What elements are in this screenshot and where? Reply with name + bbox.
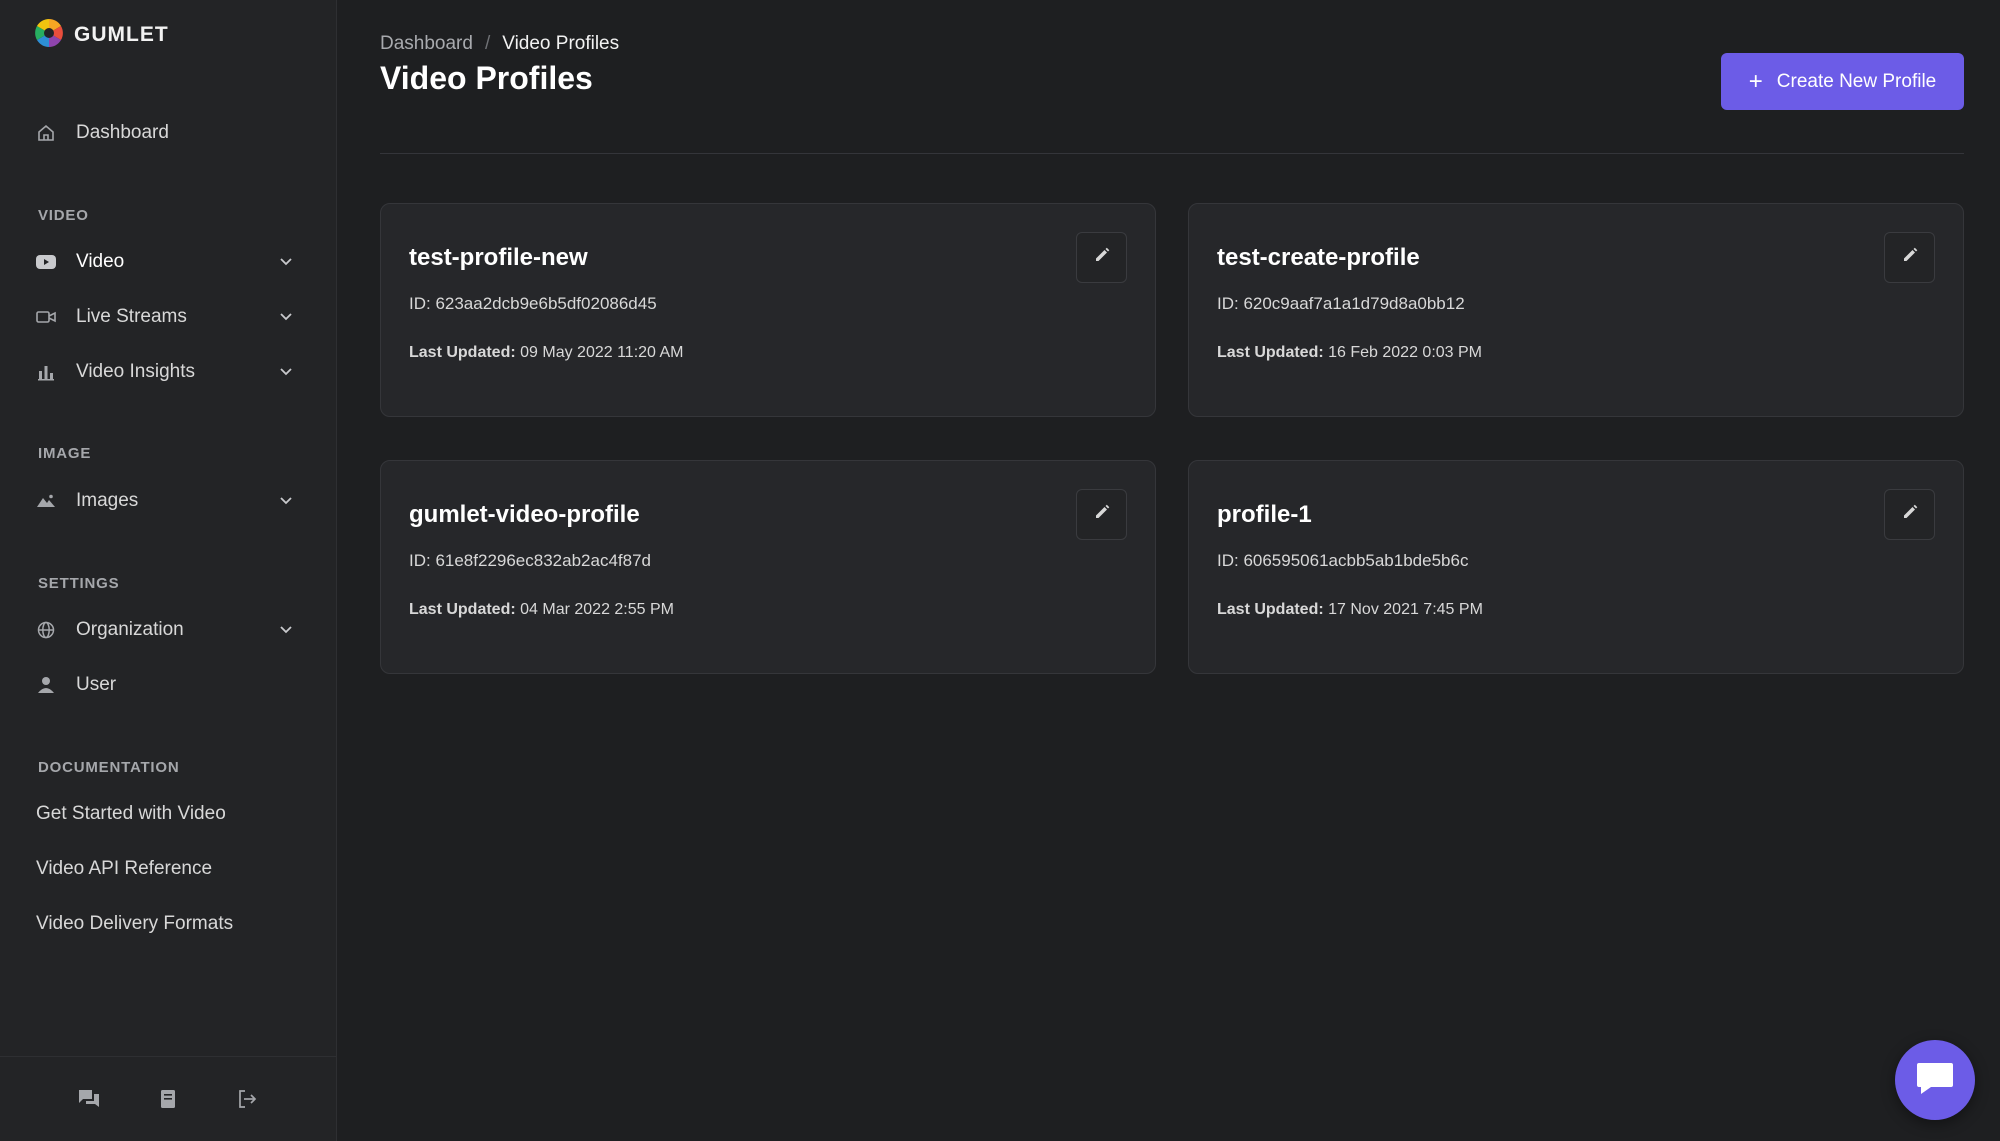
edit-profile-button[interactable] bbox=[1884, 489, 1935, 540]
chevron-down-icon[interactable] bbox=[276, 362, 296, 382]
profile-card[interactable]: profile-1 ID: 606595061acbb5ab1bde5b6c L… bbox=[1188, 460, 1964, 674]
sidebar: GUMLET Dashboard VIDEO Video Live Stream… bbox=[0, 0, 337, 1141]
profile-last-updated: Last Updated: 17 Nov 2021 7:45 PM bbox=[1217, 601, 1483, 619]
globe-icon bbox=[36, 620, 56, 640]
last-updated-value: 04 Mar 2022 2:55 PM bbox=[520, 601, 674, 618]
sidebar-item-label: Dashboard bbox=[76, 122, 169, 143]
sidebar-item-label: Images bbox=[76, 490, 139, 511]
edit-profile-button[interactable] bbox=[1076, 232, 1127, 283]
book-icon[interactable] bbox=[156, 1087, 180, 1111]
sidebar-item-label: Live Streams bbox=[76, 306, 187, 327]
section-label-image: IMAGE bbox=[38, 445, 92, 462]
chat-icon[interactable] bbox=[77, 1087, 101, 1111]
home-icon bbox=[36, 123, 56, 143]
profile-name: test-profile-new bbox=[409, 244, 588, 271]
pencil-icon bbox=[1902, 247, 1918, 268]
profile-name: profile-1 bbox=[1217, 501, 1312, 528]
gumlet-logo-icon bbox=[34, 18, 64, 53]
sidebar-item-label: Organization bbox=[76, 619, 184, 640]
profile-card[interactable]: gumlet-video-profile ID: 61e8f2296ec832a… bbox=[380, 460, 1156, 674]
brand[interactable]: GUMLET bbox=[34, 18, 169, 52]
breadcrumb-current: Video Profiles bbox=[502, 33, 620, 54]
profile-name: test-create-profile bbox=[1217, 244, 1420, 271]
create-button-label: Create New Profile bbox=[1776, 70, 1937, 92]
pencil-icon bbox=[1094, 247, 1110, 268]
profile-card[interactable]: test-profile-new ID: 623aa2dcb9e6b5df020… bbox=[380, 203, 1156, 417]
sidebar-item-video-insights[interactable]: Video Insights bbox=[36, 352, 296, 392]
section-label-documentation: DOCUMENTATION bbox=[38, 759, 180, 776]
profile-last-updated: Last Updated: 16 Feb 2022 0:03 PM bbox=[1217, 344, 1482, 362]
chat-bubble-icon bbox=[1915, 1061, 1955, 1100]
sidebar-item-label: Video Insights bbox=[76, 361, 196, 382]
profile-last-updated: Last Updated: 04 Mar 2022 2:55 PM bbox=[409, 601, 674, 619]
chevron-down-icon[interactable] bbox=[276, 491, 296, 511]
bar-chart-icon bbox=[36, 362, 56, 382]
doc-link-get-started[interactable]: Get Started with Video bbox=[36, 803, 226, 825]
page-title: Video Profiles bbox=[380, 60, 593, 96]
section-label-video: VIDEO bbox=[38, 207, 89, 224]
chevron-down-icon[interactable] bbox=[276, 620, 296, 640]
chevron-down-icon[interactable] bbox=[276, 307, 296, 327]
chevron-down-icon[interactable] bbox=[276, 252, 296, 272]
pencil-icon bbox=[1094, 504, 1110, 525]
sidebar-item-label: Video bbox=[76, 251, 125, 272]
sidebar-item-images[interactable]: Images bbox=[36, 481, 296, 521]
breadcrumb-dashboard-link[interactable]: Dashboard bbox=[380, 33, 473, 55]
last-updated-value: 17 Nov 2021 7:45 PM bbox=[1328, 601, 1483, 618]
breadcrumb: Dashboard / Video Profiles bbox=[380, 33, 619, 55]
sidebar-footer bbox=[0, 1056, 336, 1141]
last-updated-value: 16 Feb 2022 0:03 PM bbox=[1328, 344, 1483, 361]
profile-id: ID: 620c9aaf7a1a1d79d8a0bb12 bbox=[1217, 294, 1465, 313]
profile-name: gumlet-video-profile bbox=[409, 501, 640, 528]
sidebar-item-user[interactable]: User bbox=[36, 665, 296, 705]
chat-launcher-button[interactable] bbox=[1895, 1040, 1975, 1120]
section-label-settings: SETTINGS bbox=[38, 575, 120, 592]
sidebar-item-live-streams[interactable]: Live Streams bbox=[36, 297, 296, 337]
camera-icon bbox=[36, 307, 56, 327]
last-updated-value: 09 May 2022 11:20 AM bbox=[520, 344, 684, 361]
create-new-profile-button[interactable]: + Create New Profile bbox=[1721, 53, 1964, 110]
sidebar-item-dashboard[interactable]: Dashboard bbox=[36, 113, 296, 153]
brand-name: GUMLET bbox=[74, 23, 169, 46]
doc-link-api-reference[interactable]: Video API Reference bbox=[36, 858, 212, 880]
profile-card[interactable]: test-create-profile ID: 620c9aaf7a1a1d79… bbox=[1188, 203, 1964, 417]
last-updated-label: Last Updated: bbox=[1217, 601, 1324, 618]
edit-profile-button[interactable] bbox=[1076, 489, 1127, 540]
profile-id: ID: 623aa2dcb9e6b5df02086d45 bbox=[409, 294, 657, 313]
pencil-icon bbox=[1902, 504, 1918, 525]
image-icon bbox=[36, 491, 56, 511]
sidebar-item-video[interactable]: Video bbox=[36, 242, 296, 282]
logout-icon[interactable] bbox=[235, 1087, 259, 1111]
header-divider bbox=[380, 153, 1964, 154]
doc-link-delivery-formats[interactable]: Video Delivery Formats bbox=[36, 913, 233, 935]
last-updated-label: Last Updated: bbox=[1217, 344, 1324, 361]
profile-id: ID: 61e8f2296ec832ab2ac4f87d bbox=[409, 551, 651, 570]
plus-icon: + bbox=[1748, 67, 1763, 95]
last-updated-label: Last Updated: bbox=[409, 601, 516, 618]
app-root: GUMLET Dashboard VIDEO Video Live Stream… bbox=[0, 0, 2000, 1141]
profile-last-updated: Last Updated: 09 May 2022 11:20 AM bbox=[409, 344, 684, 362]
sidebar-item-organization[interactable]: Organization bbox=[36, 610, 296, 650]
youtube-icon bbox=[36, 252, 56, 272]
profile-id: ID: 606595061acbb5ab1bde5b6c bbox=[1217, 551, 1469, 570]
edit-profile-button[interactable] bbox=[1884, 232, 1935, 283]
sidebar-item-label: User bbox=[76, 674, 117, 695]
last-updated-label: Last Updated: bbox=[409, 344, 516, 361]
breadcrumb-separator: / bbox=[484, 33, 491, 54]
user-icon bbox=[36, 675, 56, 695]
